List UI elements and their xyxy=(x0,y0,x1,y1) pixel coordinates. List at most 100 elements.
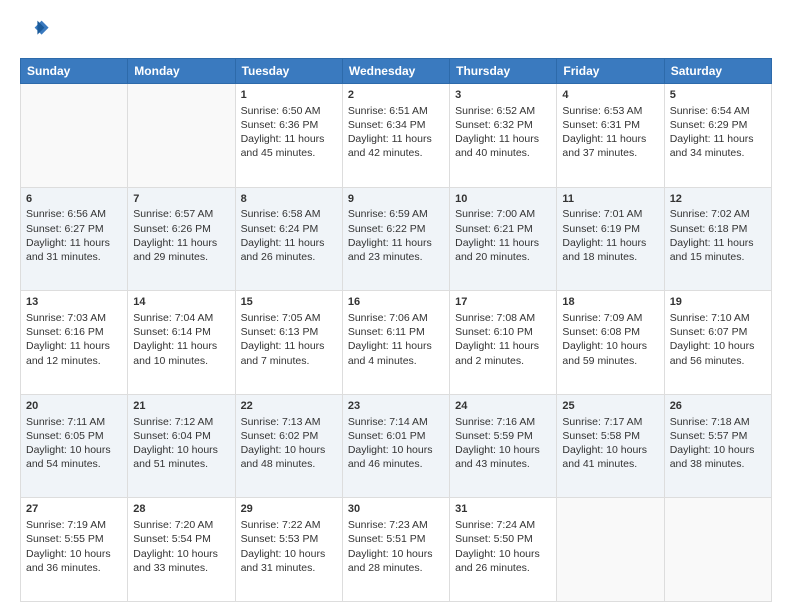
day-number: 16 xyxy=(348,295,444,310)
calendar-cell: 2Sunrise: 6:51 AMSunset: 6:34 PMDaylight… xyxy=(342,84,449,188)
logo xyxy=(20,15,50,48)
calendar-cell: 22Sunrise: 7:13 AMSunset: 6:02 PMDayligh… xyxy=(235,394,342,498)
calendar-week-0: 1Sunrise: 6:50 AMSunset: 6:36 PMDaylight… xyxy=(21,84,772,188)
daylight-text: Daylight: 10 hours and 43 minutes. xyxy=(455,443,551,471)
calendar-cell: 12Sunrise: 7:02 AMSunset: 6:18 PMDayligh… xyxy=(664,187,771,291)
col-header-wednesday: Wednesday xyxy=(342,59,449,84)
daylight-text: Daylight: 11 hours and 4 minutes. xyxy=(348,339,444,367)
calendar-cell: 26Sunrise: 7:18 AMSunset: 5:57 PMDayligh… xyxy=(664,394,771,498)
daylight-text: Daylight: 10 hours and 28 minutes. xyxy=(348,547,444,575)
calendar-cell: 18Sunrise: 7:09 AMSunset: 6:08 PMDayligh… xyxy=(557,291,664,395)
daylight-text: Daylight: 11 hours and 26 minutes. xyxy=(241,236,337,264)
calendar-cell: 17Sunrise: 7:08 AMSunset: 6:10 PMDayligh… xyxy=(450,291,557,395)
calendar-cell xyxy=(128,84,235,188)
day-number: 2 xyxy=(348,88,444,103)
day-number: 24 xyxy=(455,399,551,414)
daylight-text: Daylight: 11 hours and 29 minutes. xyxy=(133,236,229,264)
sunrise-text: Sunrise: 6:53 AM xyxy=(562,104,658,118)
day-number: 8 xyxy=(241,192,337,207)
daylight-text: Daylight: 11 hours and 34 minutes. xyxy=(670,132,766,160)
day-number: 17 xyxy=(455,295,551,310)
daylight-text: Daylight: 10 hours and 54 minutes. xyxy=(26,443,122,471)
day-number: 27 xyxy=(26,502,122,517)
header xyxy=(20,15,772,48)
calendar-cell: 1Sunrise: 6:50 AMSunset: 6:36 PMDaylight… xyxy=(235,84,342,188)
daylight-text: Daylight: 11 hours and 42 minutes. xyxy=(348,132,444,160)
sunrise-text: Sunrise: 6:50 AM xyxy=(241,104,337,118)
day-number: 20 xyxy=(26,399,122,414)
page: SundayMondayTuesdayWednesdayThursdayFrid… xyxy=(0,0,792,612)
calendar-cell xyxy=(557,498,664,602)
daylight-text: Daylight: 11 hours and 15 minutes. xyxy=(670,236,766,264)
calendar-week-4: 27Sunrise: 7:19 AMSunset: 5:55 PMDayligh… xyxy=(21,498,772,602)
daylight-text: Daylight: 11 hours and 12 minutes. xyxy=(26,339,122,367)
sunset-text: Sunset: 6:19 PM xyxy=(562,222,658,236)
day-number: 18 xyxy=(562,295,658,310)
sunrise-text: Sunrise: 7:19 AM xyxy=(26,518,122,532)
sunrise-text: Sunrise: 7:04 AM xyxy=(133,311,229,325)
calendar-cell: 19Sunrise: 7:10 AMSunset: 6:07 PMDayligh… xyxy=(664,291,771,395)
daylight-text: Daylight: 10 hours and 56 minutes. xyxy=(670,339,766,367)
sunset-text: Sunset: 6:08 PM xyxy=(562,325,658,339)
sunrise-text: Sunrise: 7:23 AM xyxy=(348,518,444,532)
sunset-text: Sunset: 6:27 PM xyxy=(26,222,122,236)
sunrise-text: Sunrise: 7:20 AM xyxy=(133,518,229,532)
calendar-cell: 30Sunrise: 7:23 AMSunset: 5:51 PMDayligh… xyxy=(342,498,449,602)
day-number: 13 xyxy=(26,295,122,310)
calendar-cell: 20Sunrise: 7:11 AMSunset: 6:05 PMDayligh… xyxy=(21,394,128,498)
sunset-text: Sunset: 6:31 PM xyxy=(562,118,658,132)
daylight-text: Daylight: 10 hours and 36 minutes. xyxy=(26,547,122,575)
sunset-text: Sunset: 6:26 PM xyxy=(133,222,229,236)
calendar-cell: 23Sunrise: 7:14 AMSunset: 6:01 PMDayligh… xyxy=(342,394,449,498)
logo-icon xyxy=(22,15,50,43)
calendar-cell: 25Sunrise: 7:17 AMSunset: 5:58 PMDayligh… xyxy=(557,394,664,498)
daylight-text: Daylight: 11 hours and 7 minutes. xyxy=(241,339,337,367)
day-number: 12 xyxy=(670,192,766,207)
daylight-text: Daylight: 11 hours and 2 minutes. xyxy=(455,339,551,367)
sunset-text: Sunset: 6:14 PM xyxy=(133,325,229,339)
calendar-table: SundayMondayTuesdayWednesdayThursdayFrid… xyxy=(20,58,772,602)
daylight-text: Daylight: 10 hours and 26 minutes. xyxy=(455,547,551,575)
sunset-text: Sunset: 5:58 PM xyxy=(562,429,658,443)
sunset-text: Sunset: 6:11 PM xyxy=(348,325,444,339)
col-header-thursday: Thursday xyxy=(450,59,557,84)
calendar-cell: 5Sunrise: 6:54 AMSunset: 6:29 PMDaylight… xyxy=(664,84,771,188)
col-header-friday: Friday xyxy=(557,59,664,84)
daylight-text: Daylight: 11 hours and 18 minutes. xyxy=(562,236,658,264)
sunrise-text: Sunrise: 7:11 AM xyxy=(26,415,122,429)
sunrise-text: Sunrise: 6:52 AM xyxy=(455,104,551,118)
sunrise-text: Sunrise: 7:06 AM xyxy=(348,311,444,325)
calendar-week-3: 20Sunrise: 7:11 AMSunset: 6:05 PMDayligh… xyxy=(21,394,772,498)
day-number: 26 xyxy=(670,399,766,414)
calendar-cell: 29Sunrise: 7:22 AMSunset: 5:53 PMDayligh… xyxy=(235,498,342,602)
daylight-text: Daylight: 10 hours and 59 minutes. xyxy=(562,339,658,367)
col-header-saturday: Saturday xyxy=(664,59,771,84)
day-number: 21 xyxy=(133,399,229,414)
calendar-cell: 31Sunrise: 7:24 AMSunset: 5:50 PMDayligh… xyxy=(450,498,557,602)
calendar-cell: 21Sunrise: 7:12 AMSunset: 6:04 PMDayligh… xyxy=(128,394,235,498)
day-number: 30 xyxy=(348,502,444,517)
calendar-cell: 6Sunrise: 6:56 AMSunset: 6:27 PMDaylight… xyxy=(21,187,128,291)
day-number: 25 xyxy=(562,399,658,414)
day-number: 23 xyxy=(348,399,444,414)
calendar-cell xyxy=(664,498,771,602)
sunset-text: Sunset: 5:55 PM xyxy=(26,532,122,546)
day-number: 5 xyxy=(670,88,766,103)
calendar-cell: 4Sunrise: 6:53 AMSunset: 6:31 PMDaylight… xyxy=(557,84,664,188)
sunset-text: Sunset: 6:13 PM xyxy=(241,325,337,339)
day-number: 15 xyxy=(241,295,337,310)
day-number: 6 xyxy=(26,192,122,207)
sunrise-text: Sunrise: 6:57 AM xyxy=(133,207,229,221)
sunrise-text: Sunrise: 7:05 AM xyxy=(241,311,337,325)
sunset-text: Sunset: 5:53 PM xyxy=(241,532,337,546)
daylight-text: Daylight: 11 hours and 23 minutes. xyxy=(348,236,444,264)
daylight-text: Daylight: 10 hours and 31 minutes. xyxy=(241,547,337,575)
sunset-text: Sunset: 6:32 PM xyxy=(455,118,551,132)
sunrise-text: Sunrise: 7:08 AM xyxy=(455,311,551,325)
daylight-text: Daylight: 11 hours and 37 minutes. xyxy=(562,132,658,160)
sunrise-text: Sunrise: 7:13 AM xyxy=(241,415,337,429)
sunrise-text: Sunrise: 6:51 AM xyxy=(348,104,444,118)
col-header-monday: Monday xyxy=(128,59,235,84)
sunrise-text: Sunrise: 7:12 AM xyxy=(133,415,229,429)
daylight-text: Daylight: 10 hours and 46 minutes. xyxy=(348,443,444,471)
